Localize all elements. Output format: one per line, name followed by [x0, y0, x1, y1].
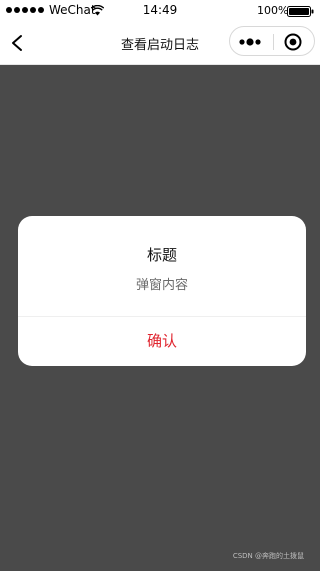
- close-circle-icon[interactable]: [283, 32, 303, 52]
- confirm-button[interactable]: 确认: [18, 317, 306, 366]
- more-dots-icon[interactable]: [236, 33, 268, 51]
- menu-capsule: [229, 26, 315, 56]
- status-bar: WeChat 14:49 100%: [0, 0, 320, 22]
- modal-title: 标题: [146, 246, 177, 264]
- watermark: CSDN @奔跑的土拨鼠: [232, 552, 304, 560]
- modal-dialog: 标题 弹窗内容 确认: [18, 216, 306, 366]
- battery-percentage: 100%: [257, 4, 289, 17]
- capsule-divider: [273, 34, 274, 50]
- navigation-bar: 查看启动日志: [0, 22, 320, 65]
- battery-icon: [287, 6, 314, 17]
- modal-content: 弹窗内容: [135, 278, 188, 293]
